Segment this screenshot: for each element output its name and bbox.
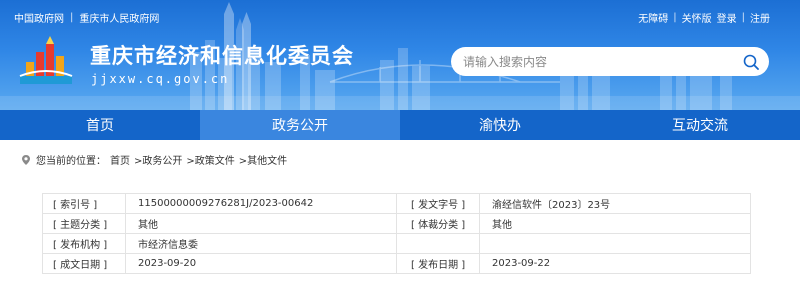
login-link[interactable]: 登录: [717, 10, 737, 25]
nav-item-yukuaiban[interactable]: 渝快办: [400, 110, 600, 140]
separator: |: [673, 12, 677, 23]
register-link[interactable]: 注册: [750, 10, 770, 25]
search-input[interactable]: [451, 47, 733, 76]
site-header: 中国政府网 | 重庆市人民政府网 无障碍 | 关怀版 登录 | 注册 重庆市经济…: [0, 0, 800, 110]
nav-item-interaction[interactable]: 互动交流: [600, 110, 800, 140]
value-issuing-agency: 市经济信息委: [125, 233, 397, 254]
breadcrumb-policy-files[interactable]: >政策文件: [186, 152, 234, 167]
top-right-links: 无障碍 | 关怀版 登录 | 注册: [638, 10, 770, 25]
table-row: [ 成文日期 ] 2023-09-20 [ 发布日期 ] 2023-09-22: [42, 253, 751, 274]
table-row: [ 索引号 ] 11500000009276281J/2023-00642 [ …: [42, 193, 751, 214]
nav-item-home[interactable]: 首页: [0, 110, 200, 140]
label-publish-date: [ 发布日期 ]: [396, 253, 480, 274]
location-pin-icon: [22, 154, 30, 165]
value-topic-category: 其他: [125, 213, 397, 234]
top-link-gov-cn[interactable]: 中国政府网: [14, 10, 64, 25]
table-row: [ 主题分类 ] 其他 [ 体裁分类 ] 其他: [42, 213, 751, 234]
breadcrumb-prefix: 您当前的位置：: [36, 156, 106, 167]
search-button[interactable]: [733, 47, 769, 76]
label-document-number: [ 发文字号 ]: [396, 193, 480, 214]
site-domain: jjxxw.cq.gov.cn: [91, 72, 230, 86]
table-row: [ 发布机构 ] 市经济信息委: [42, 233, 751, 254]
document-info-table: [ 索引号 ] 11500000009276281J/2023-00642 [ …: [42, 193, 751, 274]
label-topic-category: [ 主题分类 ]: [42, 213, 126, 234]
top-links: 中国政府网 | 重庆市人民政府网: [14, 10, 159, 25]
site-logo[interactable]: [16, 32, 76, 88]
top-link-cq-gov[interactable]: 重庆市人民政府网: [79, 10, 159, 25]
separator: |: [741, 12, 745, 23]
breadcrumb-home[interactable]: 首页: [110, 152, 130, 167]
nav-item-government-affairs[interactable]: 政务公开: [200, 110, 400, 140]
search-box: [451, 47, 769, 76]
care-mode-link[interactable]: 关怀版: [682, 10, 712, 25]
value-written-date: 2023-09-20: [125, 253, 397, 274]
empty-cell: [396, 233, 480, 254]
site-title[interactable]: 重庆市经济和信息化委员会: [90, 40, 354, 70]
label-written-date: [ 成文日期 ]: [42, 253, 126, 274]
breadcrumb: 您当前的位置： 首页 >政务公开 >政策文件 >其他文件: [20, 152, 287, 167]
label-genre-category: [ 体裁分类 ]: [396, 213, 480, 234]
breadcrumb-other-files[interactable]: >其他文件: [239, 152, 287, 167]
value-document-number: 渝经信软件〔2023〕23号: [479, 193, 751, 214]
main-nav: 首页 政务公开 渝快办 互动交流: [0, 110, 800, 140]
breadcrumb-government-affairs[interactable]: >政务公开: [134, 152, 182, 167]
label-issuing-agency: [ 发布机构 ]: [42, 233, 126, 254]
empty-cell: [479, 233, 751, 254]
label-index-number: [ 索引号 ]: [42, 193, 126, 214]
separator: |: [70, 12, 74, 23]
value-index-number: 11500000009276281J/2023-00642: [125, 193, 397, 214]
accessibility-link[interactable]: 无障碍: [638, 10, 668, 25]
value-genre-category: 其他: [479, 213, 751, 234]
search-icon: [743, 54, 759, 70]
value-publish-date: 2023-09-22: [479, 253, 751, 274]
